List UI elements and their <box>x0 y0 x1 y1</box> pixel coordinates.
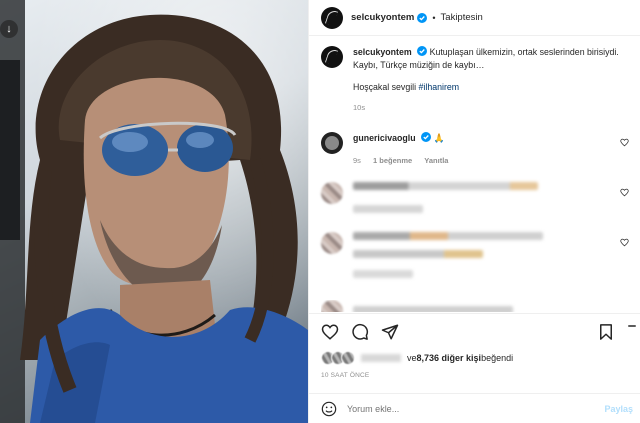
commenter-avatar[interactable] <box>321 132 343 154</box>
signature-icon <box>324 47 339 66</box>
caption: selcukyontem Kutuplaşan ülkemizin, ortak… <box>309 46 640 114</box>
blurred-meta <box>353 205 423 213</box>
add-comment-bar: Paylaş <box>309 393 640 423</box>
blurred-meta <box>353 270 413 278</box>
emoji-icon[interactable] <box>321 401 337 417</box>
likes-count[interactable]: 8,736 diğer kişi <box>417 353 482 363</box>
blurred-text <box>353 232 543 240</box>
caption-farewell: Hoşçakal sevgili <box>353 82 419 92</box>
comment-item: gunericivaoglu 🙏 9s 1 beğenme Yanıtla <box>321 132 629 167</box>
comment-likes[interactable]: 1 beğenme <box>373 156 412 165</box>
caption-username[interactable]: selcukyontem <box>353 47 412 57</box>
instagram-post: ↓ selcukyontem • Takiptesin selcukyontem <box>0 0 640 423</box>
download-icon[interactable]: ↓ <box>0 20 18 38</box>
bookmark-icon[interactable] <box>597 323 615 341</box>
post-header: selcukyontem • Takiptesin <box>309 0 640 36</box>
author-avatar[interactable] <box>321 6 343 29</box>
comment-icon[interactable] <box>351 323 369 341</box>
send-icon[interactable] <box>381 323 399 341</box>
verified-badge-icon <box>417 12 428 23</box>
heart-icon[interactable] <box>321 323 339 341</box>
author-username[interactable]: selcukyontem <box>351 12 414 23</box>
blurred-liker-name <box>361 354 401 362</box>
blurred-avatar <box>321 232 343 254</box>
post-timestamp: 10 SAAT ÖNCE <box>321 372 370 379</box>
likes-connector: ve <box>407 353 417 363</box>
comment-item-blurred <box>321 232 629 278</box>
following-status-button[interactable]: Takiptesin <box>441 12 483 23</box>
header-separator: • <box>432 12 436 23</box>
comment-like-heart-icon[interactable] <box>620 138 629 147</box>
comment-like-heart-icon[interactable] <box>620 188 629 197</box>
blurred-avatar <box>321 182 343 204</box>
caption-hashtag[interactable]: #ilhanirem <box>419 82 460 92</box>
comment-time: 9s <box>353 155 361 165</box>
likes-summary: ve 8,736 diğer kişi beğendi <box>321 351 513 365</box>
verified-badge-icon <box>417 46 428 56</box>
post-comment-button[interactable]: Paylaş <box>604 404 633 414</box>
comment-username[interactable]: gunericivaoglu <box>353 133 416 143</box>
post-photo[interactable]: ↓ <box>0 0 308 423</box>
comment-input[interactable] <box>347 403 587 414</box>
caption-time: 10s <box>353 102 366 112</box>
comment-text: 🙏 <box>433 133 445 143</box>
signature-icon <box>324 8 339 26</box>
comment-like-heart-icon[interactable] <box>620 238 629 247</box>
portrait-illustration <box>0 0 308 423</box>
post-side-panel: selcukyontem • Takiptesin selcukyontem K… <box>308 0 640 423</box>
verified-badge-icon <box>421 132 432 142</box>
likes-suffix: beğendi <box>481 353 514 363</box>
caption-author-avatar[interactable] <box>321 46 343 68</box>
action-bar <box>309 313 640 349</box>
more-icon[interactable] <box>625 323 639 341</box>
comment-item-blurred <box>321 182 629 213</box>
blurred-text <box>353 306 513 312</box>
liker-avatar[interactable] <box>341 351 355 365</box>
comment-item-blurred <box>321 300 629 312</box>
reply-button[interactable]: Yanıtla <box>424 156 448 165</box>
blurred-avatar <box>321 300 343 312</box>
blurred-text <box>353 250 483 258</box>
blurred-text <box>353 182 538 190</box>
